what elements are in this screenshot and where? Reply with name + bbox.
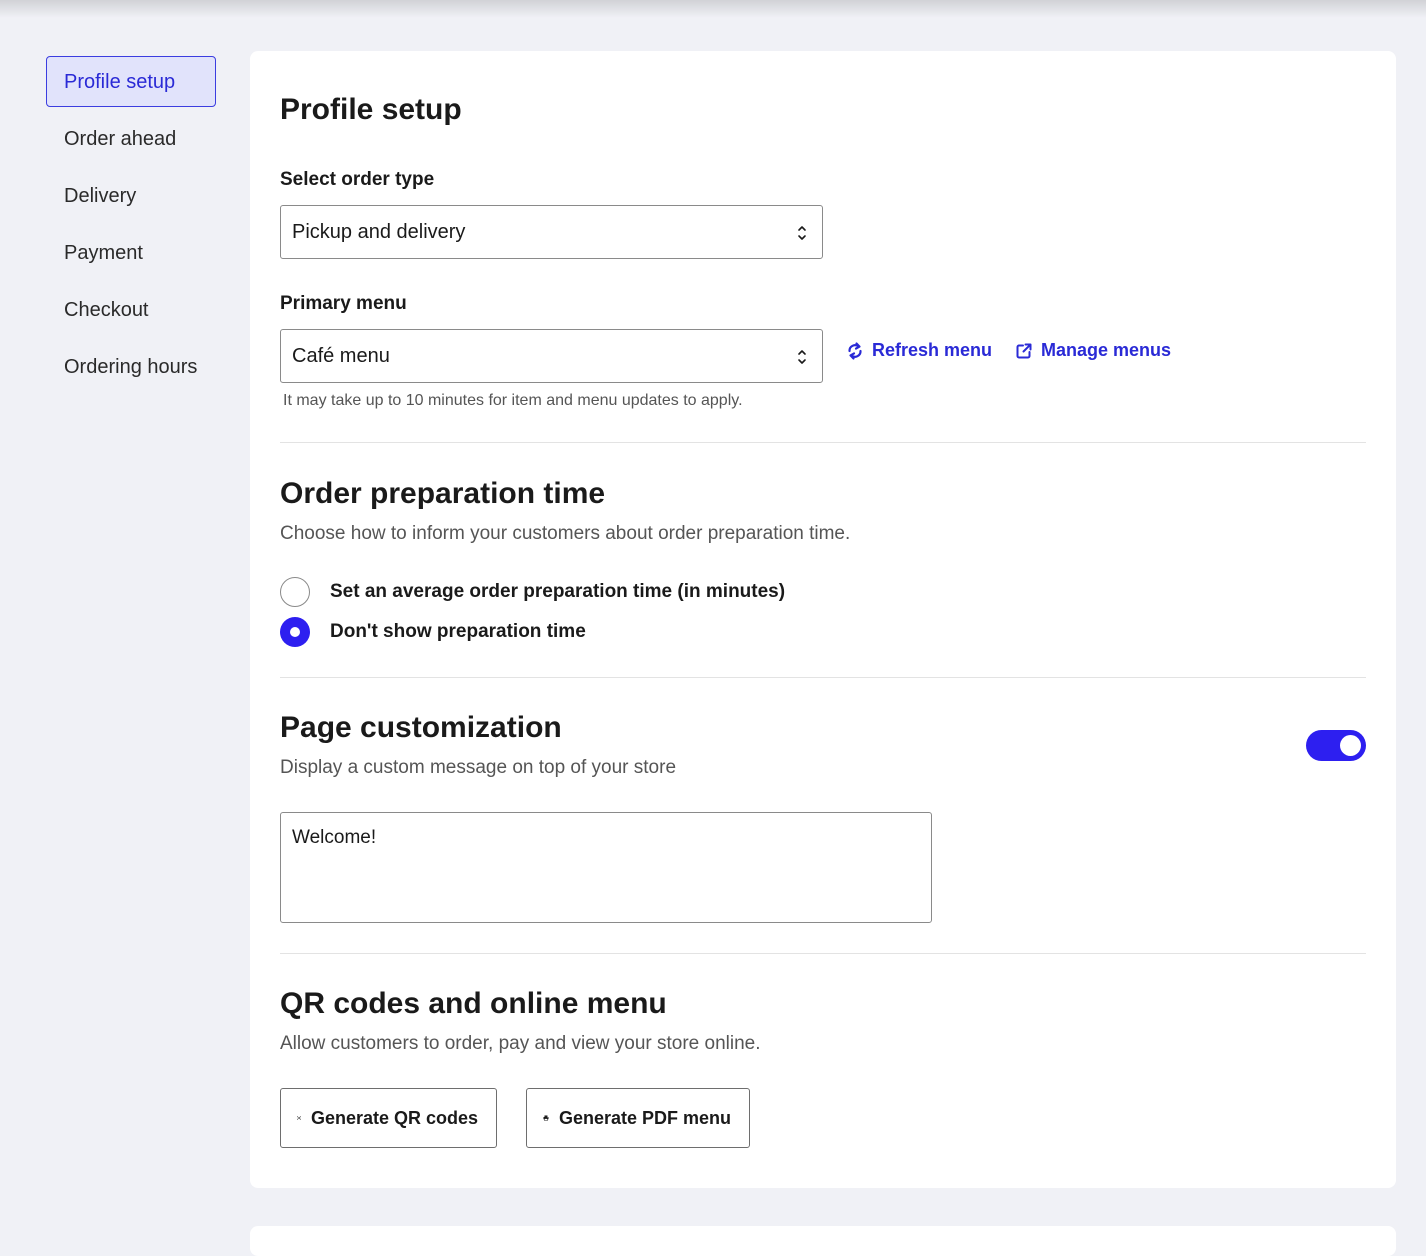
sidebar-item-checkout[interactable]: Checkout (46, 284, 216, 335)
refresh-menu-label: Refresh menu (872, 340, 992, 361)
section-divider (280, 953, 1366, 954)
printer-icon (543, 1108, 549, 1128)
qr-description: Allow customers to order, pay and view y… (280, 1033, 761, 1055)
sidebar-item-profile-setup[interactable]: Profile setup (46, 56, 216, 107)
next-card-edge (250, 1226, 1396, 1256)
prep-time-title: Order preparation time (280, 477, 605, 511)
top-shadow (0, 0, 1426, 18)
custom-message-textarea[interactable]: Welcome! (280, 812, 932, 923)
refresh-icon (846, 341, 864, 361)
order-type-value: Pickup and delivery (292, 221, 465, 243)
sidebar-nav: Profile setup Order ahead Delivery Payme… (46, 56, 216, 398)
chevron-up-down-icon (796, 223, 808, 243)
customization-description: Display a custom message on top of your … (280, 757, 676, 779)
generate-qr-codes-label: Generate QR codes (311, 1108, 478, 1129)
refresh-menu-link[interactable]: Refresh menu (846, 340, 992, 361)
toggle-knob (1340, 735, 1361, 756)
manage-menus-label: Manage menus (1041, 340, 1171, 361)
radio-button[interactable] (280, 577, 310, 607)
section-divider (280, 677, 1366, 678)
radio-label: Don't show preparation time (330, 621, 586, 643)
primary-menu-select[interactable]: Café menu (280, 329, 823, 383)
primary-menu-value: Café menu (292, 345, 390, 367)
manage-menus-link[interactable]: Manage menus (1015, 340, 1171, 361)
radio-option-dont-show[interactable]: Don't show preparation time (280, 617, 586, 647)
primary-menu-label: Primary menu (280, 293, 407, 315)
chevron-up-down-icon (796, 347, 808, 367)
customization-title: Page customization (280, 711, 562, 745)
radio-option-average-time[interactable]: Set an average order preparation time (i… (280, 577, 785, 607)
radio-label: Set an average order preparation time (i… (330, 581, 785, 603)
order-type-select[interactable]: Pickup and delivery (280, 205, 823, 259)
generate-pdf-menu-label: Generate PDF menu (559, 1108, 731, 1129)
radio-button-checked[interactable] (280, 617, 310, 647)
prep-time-description: Choose how to inform your customers abou… (280, 523, 850, 545)
settings-card: Profile setup Select order type Pickup a… (250, 51, 1396, 1188)
sidebar-item-ordering-hours[interactable]: Ordering hours (46, 341, 216, 392)
menu-update-hint: It may take up to 10 minutes for item an… (283, 392, 743, 410)
qr-code-icon (297, 1107, 301, 1129)
page-title: Profile setup (280, 93, 462, 127)
external-link-icon (1015, 342, 1033, 360)
generate-qr-codes-button[interactable]: Generate QR codes (280, 1088, 497, 1148)
order-type-label: Select order type (280, 169, 434, 191)
customization-toggle[interactable] (1306, 730, 1366, 761)
sidebar-item-order-ahead[interactable]: Order ahead (46, 113, 216, 164)
qr-title: QR codes and online menu (280, 987, 667, 1021)
sidebar-item-delivery[interactable]: Delivery (46, 170, 216, 221)
generate-pdf-menu-button[interactable]: Generate PDF menu (526, 1088, 750, 1148)
sidebar-item-payment[interactable]: Payment (46, 227, 216, 278)
section-divider (280, 442, 1366, 443)
